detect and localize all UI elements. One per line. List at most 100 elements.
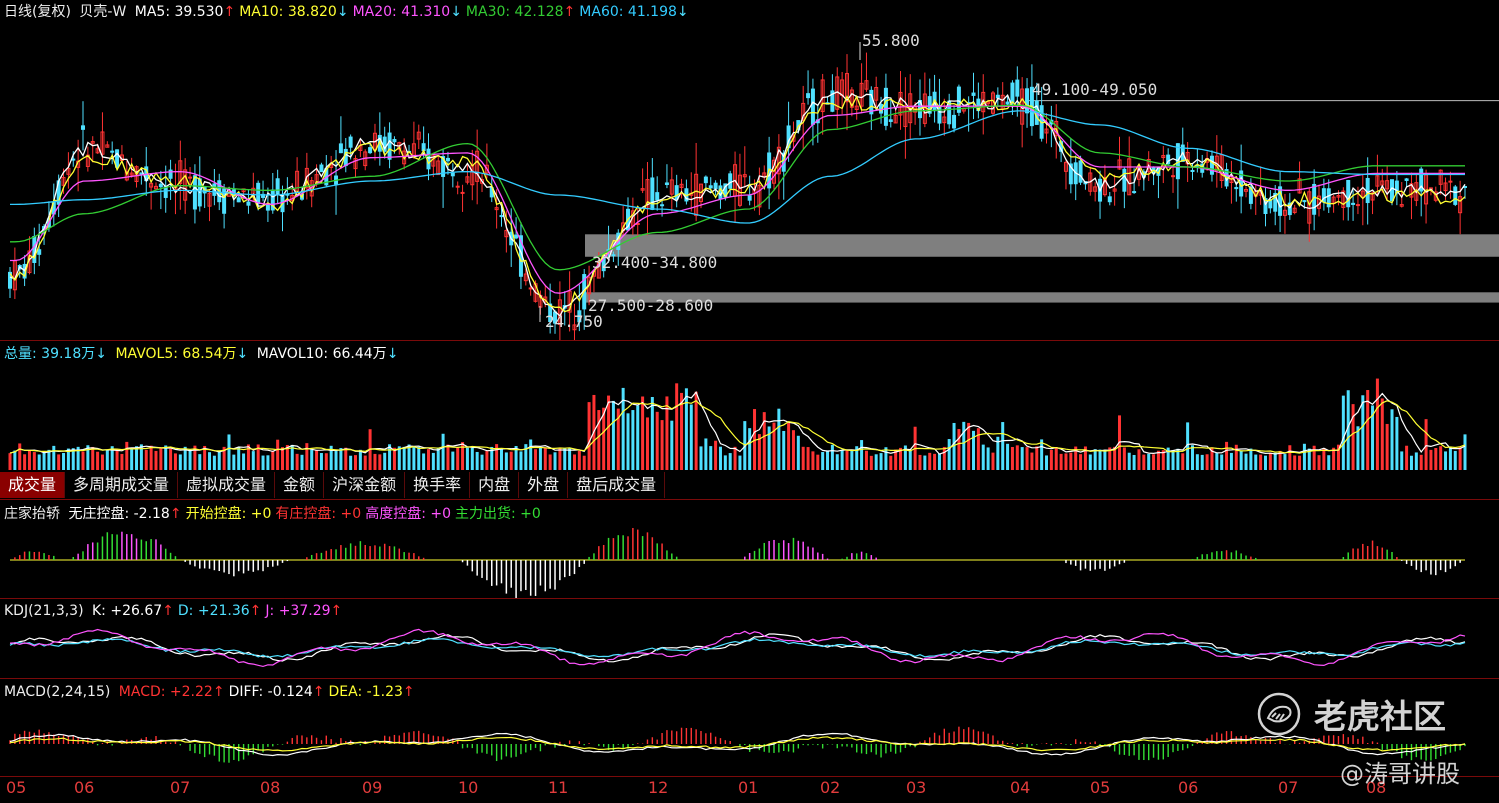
- volume-bar: [1049, 449, 1053, 470]
- candle-body: [338, 143, 343, 154]
- legend-label: MA60: 41.198: [579, 4, 677, 20]
- volume-bar: [509, 451, 513, 470]
- volume-bar: [1035, 446, 1039, 470]
- volume-bar: [1229, 452, 1233, 470]
- legend-item: K: +26.67↑: [92, 603, 174, 619]
- volume-bar: [908, 449, 912, 470]
- legend-item: 开始控盘: +0: [186, 506, 272, 522]
- volume-bar: [1152, 454, 1156, 470]
- series-line-ma20: [10, 105, 1465, 294]
- volume-bar: [334, 449, 338, 470]
- volume-bar: [660, 420, 664, 470]
- candle-body: [1005, 101, 1010, 105]
- volume-bar: [607, 395, 611, 470]
- legend-label: MA10: 38.820: [239, 4, 337, 20]
- volume-bar: [534, 449, 538, 470]
- candle-body: [971, 92, 976, 96]
- x-tick-label: 10: [458, 778, 479, 797]
- volume-bar: [465, 447, 469, 470]
- volume-bar: [32, 452, 36, 470]
- legend-arrow: ↓: [676, 4, 689, 20]
- volume-bar: [426, 449, 430, 470]
- volume-bar: [120, 453, 124, 470]
- brand-watermark: 老虎社区: [1314, 697, 1446, 736]
- volume-bar: [295, 453, 299, 470]
- volume-bar: [178, 454, 182, 470]
- tab-7[interactable]: 外盘: [519, 472, 569, 498]
- volume-bar: [835, 454, 839, 470]
- volume-bar: [125, 441, 129, 470]
- legend-label: DIFF: -0.124: [228, 684, 313, 700]
- candle-body: [655, 192, 660, 201]
- tab-3[interactable]: 金额: [275, 472, 325, 498]
- volume-bar: [300, 454, 304, 470]
- volume-chart: [8, 378, 1467, 470]
- candle-body: [664, 182, 669, 186]
- chart-period-label: 日线(复权): [4, 4, 71, 20]
- legend-arrow: ↑: [312, 684, 325, 700]
- volume-bar: [845, 450, 849, 470]
- candle-body: [514, 234, 519, 239]
- volume-bar: [271, 450, 275, 470]
- volume-bar: [1215, 453, 1219, 470]
- tab-4[interactable]: 沪深金额: [324, 472, 406, 498]
- volume-bar: [684, 388, 688, 470]
- volume-bar: [568, 447, 572, 470]
- divider: [0, 340, 1499, 341]
- tab-2[interactable]: 虚拟成交量: [178, 472, 276, 498]
- candle-body: [674, 185, 679, 200]
- candle-body: [1132, 191, 1137, 194]
- volume-bar: [587, 402, 591, 470]
- tab-1[interactable]: 多周期成交量: [65, 472, 179, 498]
- legend-item: 无庄控盘: -2.18↑: [68, 506, 181, 522]
- kdj-name: KDJ(21,3,3): [4, 603, 84, 619]
- volume-bar: [986, 447, 990, 470]
- volume-bar: [422, 453, 426, 470]
- kdj-chart: [9, 628, 1466, 668]
- candle-body: [810, 88, 815, 125]
- volume-bar: [1458, 447, 1462, 470]
- volume-bar: [1302, 443, 1306, 470]
- candle-body: [455, 185, 460, 188]
- volume-bar: [787, 422, 791, 470]
- kdj-items: K: +26.67↑ D: +21.36↑ J: +37.29↑: [92, 603, 346, 619]
- candle-body: [1365, 177, 1370, 204]
- author-watermark: @涛哥讲股: [1340, 760, 1460, 788]
- x-tick-label: 06: [74, 778, 95, 797]
- x-tick-label: 05: [6, 778, 27, 797]
- legend-arrow: ↑: [162, 603, 174, 619]
- volume-bar: [305, 443, 309, 470]
- volume-bar: [947, 439, 951, 470]
- volume-bar: [538, 447, 542, 470]
- candle-body: [1209, 155, 1214, 175]
- volume-bar: [42, 452, 46, 470]
- volume-bar: [918, 454, 922, 470]
- volume-bar: [1419, 454, 1423, 470]
- volume-bar: [1288, 445, 1292, 470]
- volume-bar: [962, 421, 966, 470]
- volume-bar: [212, 455, 216, 470]
- tab-0[interactable]: 成交量: [0, 472, 66, 498]
- volume-bar: [1434, 448, 1438, 470]
- candle-body: [450, 172, 455, 177]
- tab-8[interactable]: 盘后成交量: [568, 472, 666, 498]
- volume-bar: [928, 452, 932, 470]
- volume-bar: [641, 396, 645, 470]
- volume-bar: [1448, 446, 1452, 470]
- candle-body: [246, 201, 251, 206]
- legend-arrow: ↓: [450, 4, 462, 20]
- volume-bar: [529, 439, 533, 470]
- candle-body: [80, 125, 85, 130]
- candle-body: [1010, 82, 1015, 103]
- volume-bar: [665, 396, 669, 470]
- tab-5[interactable]: 换手率: [405, 472, 471, 498]
- volume-bar: [645, 417, 649, 470]
- volume-bar: [548, 454, 552, 470]
- volume-bar: [237, 447, 241, 470]
- zhuangjia-legend: 庄家抬轿 无庄控盘: -2.18↑ 开始控盘: +0 有庄控盘: +0 高度控盘: +…: [4, 506, 549, 522]
- volume-bar: [718, 446, 722, 470]
- high-label: 55.800: [862, 31, 920, 50]
- candle-body: [995, 94, 1000, 99]
- tab-6[interactable]: 内盘: [470, 472, 520, 498]
- volume-bar: [446, 444, 450, 470]
